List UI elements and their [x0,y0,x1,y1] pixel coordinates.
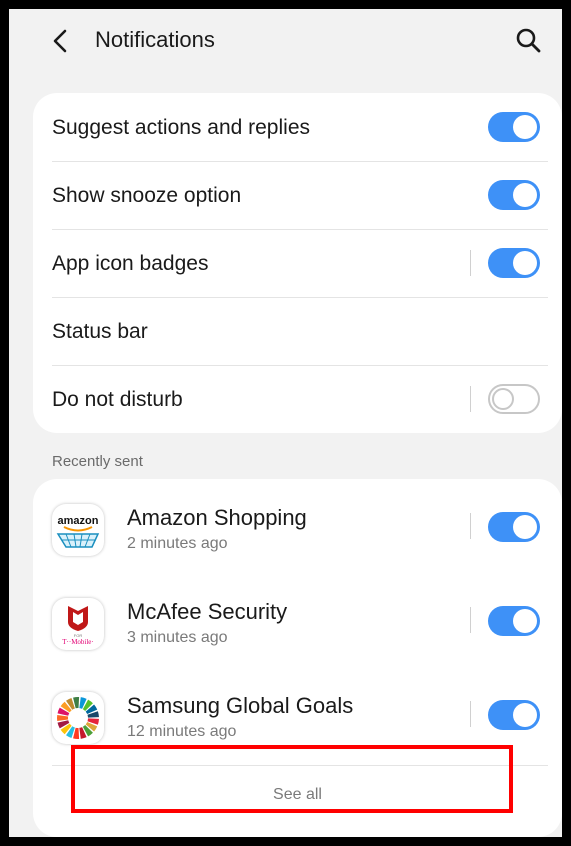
toggle-knob [513,515,537,539]
setting-row-do-not-disturb[interactable]: Do not disturb [33,365,562,433]
toggle-knob [513,183,537,207]
back-arrow-icon[interactable] [49,27,73,55]
amazon-icon-text: amazon [58,515,99,527]
amazon-icon: amazon [52,504,104,556]
vertical-separator [470,386,471,412]
amazon-toggle[interactable] [488,512,540,542]
setting-row-app-icon-badges[interactable]: App icon badges [33,229,562,297]
global-goals-icon [52,692,104,744]
app-name: Amazon Shopping [127,505,307,530]
vertical-separator [470,250,471,276]
setting-label: App icon badges [52,252,209,275]
app-name: McAfee Security [127,599,288,624]
setting-label: Status bar [52,320,148,343]
mcafee-icon: FOR T··Mobile· [52,598,104,650]
mcafee-icon-text: T··Mobile· [62,638,94,646]
app-time: 3 minutes ago [127,629,228,646]
toggle-knob [513,115,537,139]
app-row-mcafee[interactable]: FOR T··Mobile· McAfee Security 3 minutes… [33,573,562,667]
vertical-separator [470,607,471,633]
global-goals-toggle[interactable] [488,700,540,730]
mcafee-toggle[interactable] [488,606,540,636]
suggest-actions-toggle[interactable] [488,112,540,142]
toggle-knob [513,251,537,275]
setting-row-snooze[interactable]: Show snooze option [33,161,562,229]
app-icon-badges-toggle[interactable] [488,248,540,278]
setting-label: Do not disturb [52,388,183,411]
highlight-box [71,745,513,813]
goals-wheel-segment [57,714,69,722]
app-time: 12 minutes ago [127,723,237,740]
app-name: Samsung Global Goals [127,693,354,718]
toggle-knob [513,703,537,727]
top-bar: Notifications [9,9,562,73]
do-not-disturb-toggle[interactable] [488,384,540,414]
toggle-knob [492,388,514,410]
setting-row-suggest-actions[interactable]: Suggest actions and replies [33,93,562,161]
search-icon[interactable] [515,27,541,53]
app-time: 2 minutes ago [127,535,228,552]
vertical-separator [470,513,471,539]
setting-label: Suggest actions and replies [52,116,310,139]
app-row-amazon[interactable]: amazon Amazon Shopping 2 minutes ago [33,479,562,573]
setting-row-status-bar[interactable]: Status bar [33,297,562,365]
snooze-toggle[interactable] [488,180,540,210]
section-header-recently-sent: Recently sent [52,453,143,470]
vertical-separator [470,701,471,727]
page-title: Notifications [95,27,215,52]
settings-card: Suggest actions and replies Show snooze … [33,93,562,433]
notifications-screen: Notifications Suggest actions and replie… [9,9,562,837]
setting-label: Show snooze option [52,184,242,207]
toggle-knob [513,609,537,633]
